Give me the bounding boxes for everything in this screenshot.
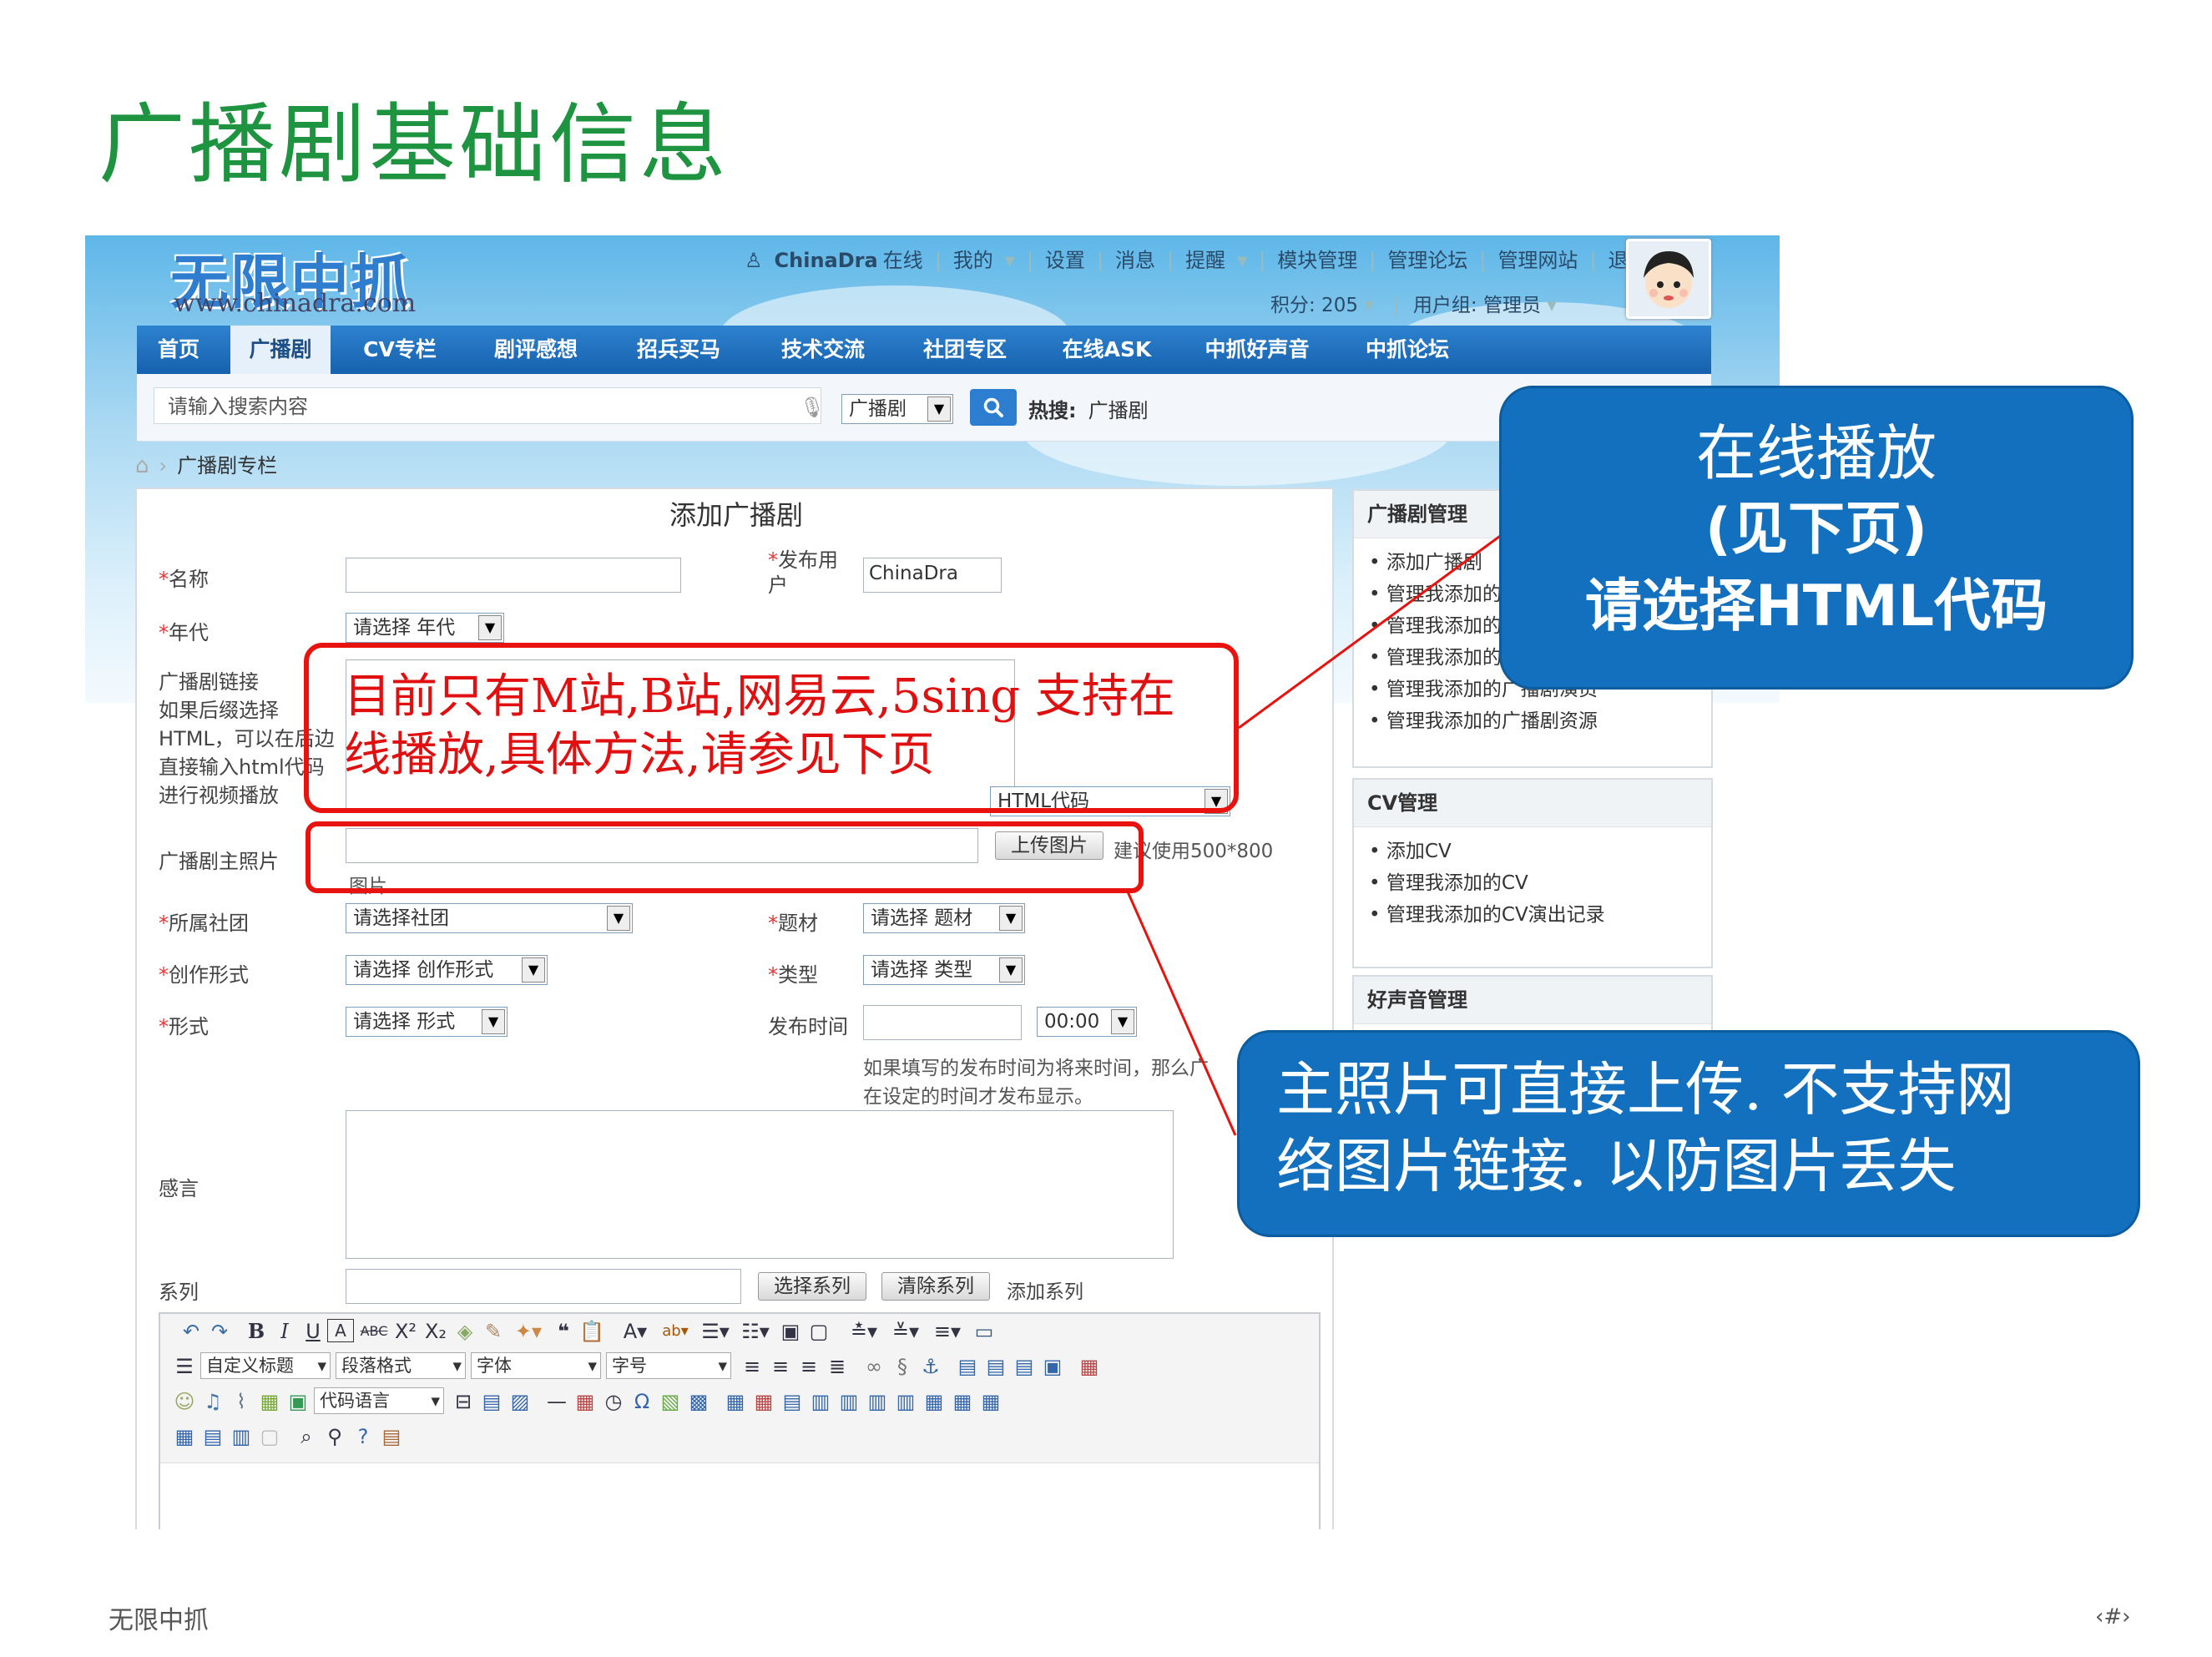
callout-bottom-line2: 络图片链接. 以防图片丢失 [1276, 1132, 1957, 1200]
callout-main-photo: 主照片可直接上传. 不支持网 络图片链接. 以防图片丢失 [1237, 1030, 2140, 1237]
page-number: ‹#› [2095, 1604, 2131, 1629]
callout-online-play: 在线播放 (见下页) 请选择HTML代码 [1499, 386, 2134, 690]
callout-top-line2: (见下页) [1704, 497, 1928, 563]
callout-connectors [1125, 533, 1503, 1136]
footer-brand: 无限中抓 [109, 1606, 209, 1635]
callout-top-line3: 请选择HTML代码 [1584, 573, 2048, 639]
callout-bottom-line1: 主照片可直接上传. 不支持网 [1276, 1055, 2015, 1124]
callout-top-line1: 在线播放 [1695, 418, 1937, 488]
